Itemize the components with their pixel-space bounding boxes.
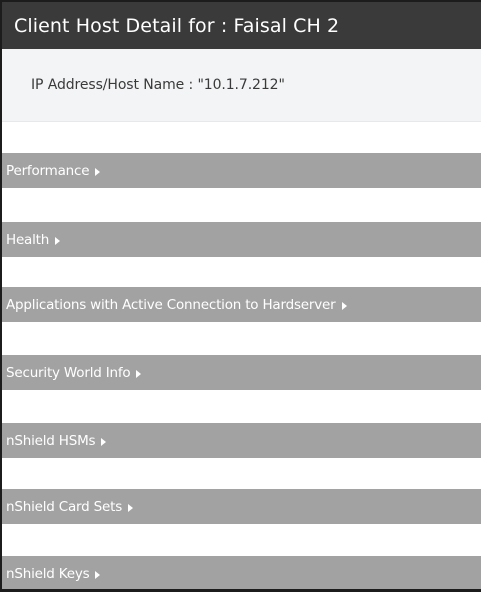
section-health[interactable]: Health	[2, 222, 481, 257]
section-nshield-keys[interactable]: nShield Keys	[2, 556, 481, 589]
section-label: Applications with Active Connection to H…	[6, 296, 336, 313]
caret-right-icon	[341, 301, 347, 310]
dialog-title-bar: Client Host Detail for : Faisal CH 2	[2, 2, 481, 49]
section-label: Health	[6, 231, 50, 248]
section-nshield-hsms[interactable]: nShield HSMs	[2, 423, 481, 458]
section-label: nShield Card Sets	[6, 498, 123, 515]
section-label: Security World Info	[6, 364, 131, 381]
section-applications-active-connection[interactable]: Applications with Active Connection to H…	[2, 287, 481, 322]
caret-right-icon	[95, 167, 101, 176]
section-label: nShield HSMs	[6, 432, 96, 449]
section-label: Performance	[6, 162, 90, 179]
section-label: nShield Keys	[6, 565, 90, 582]
caret-right-icon	[136, 369, 142, 378]
dialog-title: Client Host Detail for : Faisal CH 2	[14, 14, 340, 37]
section-security-world-info[interactable]: Security World Info	[2, 355, 481, 390]
caret-right-icon	[55, 236, 61, 245]
section-nshield-card-sets[interactable]: nShield Card Sets	[2, 489, 481, 524]
section-performance[interactable]: Performance	[2, 153, 481, 188]
host-info-panel: IP Address/Host Name : "10.1.7.212"	[2, 49, 481, 122]
caret-right-icon	[128, 503, 134, 512]
ip-address-host-name: IP Address/Host Name : "10.1.7.212"	[31, 77, 285, 93]
caret-right-icon	[95, 570, 101, 579]
caret-right-icon	[101, 437, 107, 446]
client-host-detail-dialog: Client Host Detail for : Faisal CH 2 IP …	[0, 0, 481, 592]
